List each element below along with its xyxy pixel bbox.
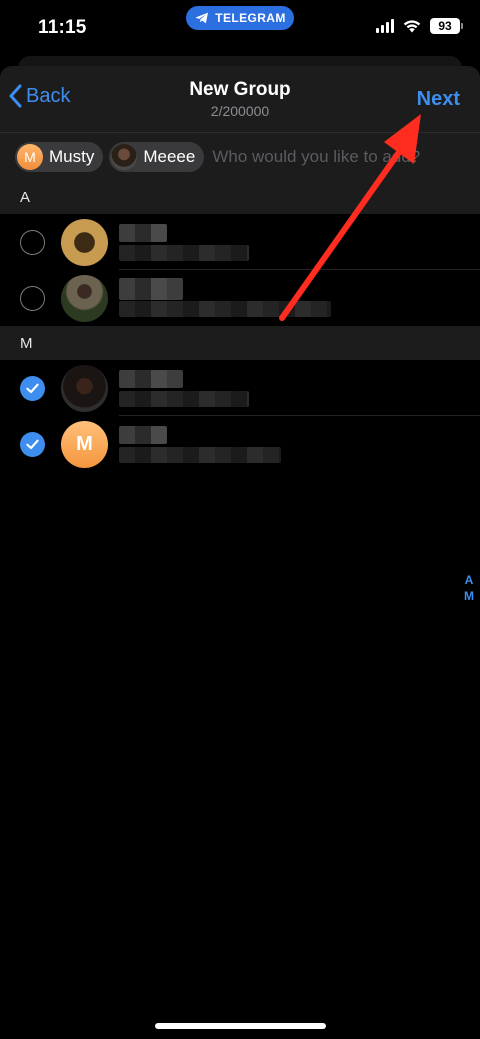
avatar bbox=[61, 218, 108, 266]
section-header-a: A bbox=[0, 180, 480, 214]
checkbox-checked[interactable] bbox=[20, 431, 45, 457]
redacted-name bbox=[119, 370, 183, 388]
search-input[interactable] bbox=[212, 146, 433, 167]
page-title: New Group bbox=[189, 79, 291, 100]
contact-row[interactable] bbox=[0, 270, 480, 326]
signal-icon bbox=[376, 19, 394, 33]
avatar bbox=[61, 364, 108, 412]
status-bar: 11:15 TELEGRAM 93 bbox=[0, 0, 480, 58]
token-label: Meeee bbox=[143, 146, 196, 166]
contact-row[interactable] bbox=[0, 214, 480, 270]
wifi-icon bbox=[403, 20, 421, 33]
redacted-status bbox=[119, 391, 249, 407]
checkbox[interactable] bbox=[20, 285, 45, 311]
navigation-bar: Back New Group 2/200000 Next bbox=[0, 66, 480, 132]
redacted-name bbox=[119, 426, 167, 444]
avatar: M bbox=[61, 420, 108, 468]
member-count: 2/200000 bbox=[210, 103, 270, 119]
selected-members-bar: M Musty Meeee bbox=[0, 132, 480, 180]
index-letter[interactable]: M bbox=[464, 588, 474, 604]
avatar bbox=[61, 274, 108, 322]
contact-row[interactable]: M bbox=[0, 416, 480, 472]
checkmark-icon bbox=[26, 439, 39, 449]
next-button[interactable]: Next bbox=[417, 88, 460, 111]
contact-row[interactable] bbox=[0, 360, 480, 416]
redacted-status bbox=[119, 447, 281, 463]
member-token-musty[interactable]: M Musty bbox=[15, 141, 104, 172]
app-pill-label: TELEGRAM bbox=[215, 11, 286, 25]
index-letter[interactable]: A bbox=[465, 572, 474, 588]
battery-level: 93 bbox=[438, 19, 452, 33]
new-group-sheet: Back New Group 2/200000 Next M Musty Mee… bbox=[0, 66, 480, 1039]
status-icons: 93 bbox=[376, 18, 463, 34]
checkmark-icon bbox=[26, 383, 39, 393]
avatar: M bbox=[17, 143, 43, 170]
redacted-status bbox=[119, 245, 249, 261]
redacted-name bbox=[119, 278, 183, 300]
battery-icon: 93 bbox=[430, 18, 463, 34]
token-label: Musty bbox=[49, 146, 95, 166]
telegram-icon bbox=[195, 12, 209, 24]
avatar bbox=[111, 143, 138, 170]
member-token-meeee[interactable]: Meeee bbox=[109, 141, 205, 172]
telegram-pill[interactable]: TELEGRAM bbox=[186, 6, 294, 30]
checkbox-checked[interactable] bbox=[20, 375, 45, 401]
redacted-name bbox=[119, 224, 167, 242]
home-indicator[interactable] bbox=[155, 1023, 326, 1029]
redacted-status bbox=[119, 301, 331, 317]
checkbox[interactable] bbox=[20, 229, 45, 255]
section-index[interactable]: A M bbox=[464, 572, 474, 604]
section-header-m: M bbox=[0, 326, 480, 360]
status-time: 11:15 bbox=[38, 17, 87, 38]
